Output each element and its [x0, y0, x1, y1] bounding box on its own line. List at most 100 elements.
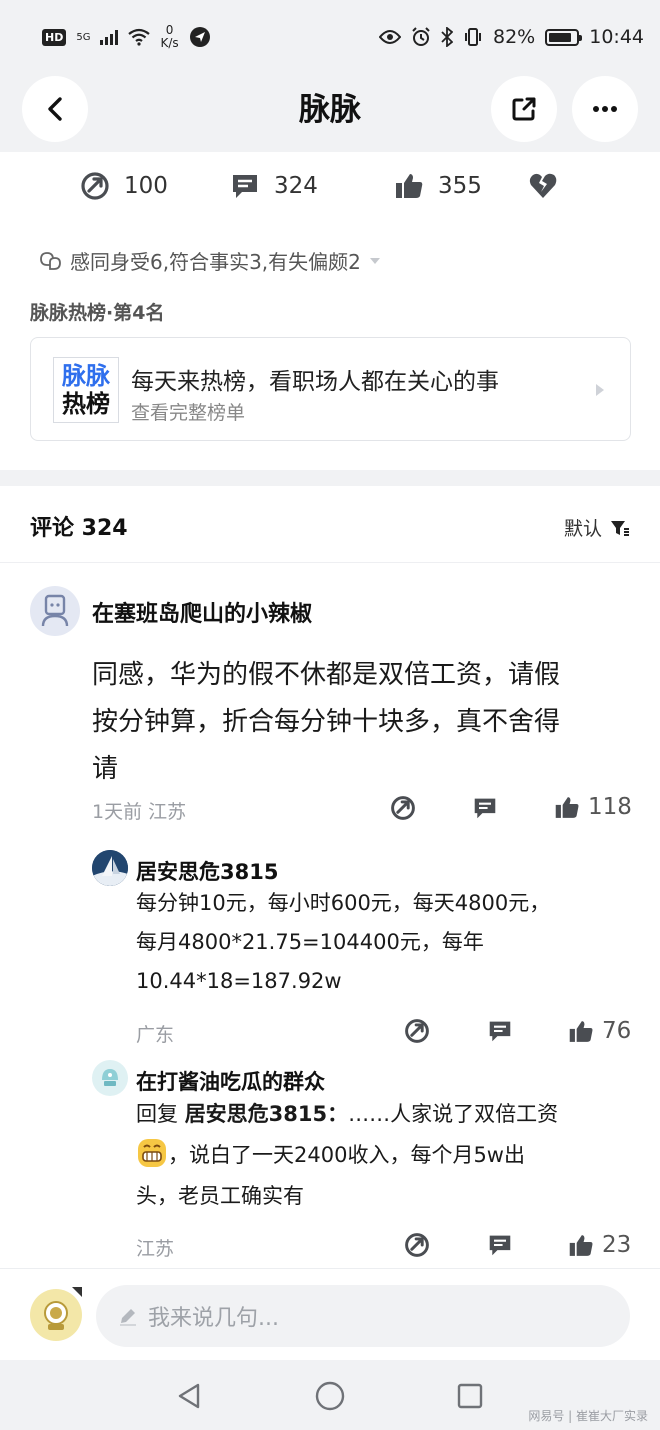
clock: 10:44: [589, 26, 644, 48]
net-speed-value: 0: [165, 23, 174, 37]
comment-stat[interactable]: 324: [230, 172, 318, 200]
hd-badge: HD: [42, 28, 67, 46]
more-button[interactable]: [572, 76, 638, 142]
avatar[interactable]: [92, 850, 128, 886]
back-triangle-icon[interactable]: [176, 1382, 202, 1410]
reply-button[interactable]: [472, 796, 498, 820]
forward-button[interactable]: [390, 795, 416, 821]
system-nav-bar: 网易号 | 崔崔大厂实录: [0, 1360, 660, 1430]
comment-icon: [489, 1235, 511, 1256]
share-stat[interactable]: 100: [80, 171, 168, 201]
reply-text: ……人家说了双倍工资: [348, 1102, 559, 1126]
share-count: 100: [124, 173, 168, 199]
comment-author[interactable]: 居安思危3815: [136, 856, 278, 886]
battery-icon: [545, 28, 583, 46]
sort-label: 默认: [563, 518, 602, 540]
default-avatar-icon: [41, 594, 69, 627]
comment-body-line: ，说白了一天2400收入，每个月5w出: [136, 1135, 558, 1176]
comment-body-line: 按分钟算，折合每分钟十块多，真不舍得: [92, 707, 561, 737]
comments-title: 评论 324: [30, 516, 128, 541]
reply-text: ，说白了一天2400收入，每个月5w出: [168, 1143, 525, 1167]
wifi-icon: [128, 28, 151, 46]
forward-icon: [405, 1019, 429, 1043]
home-circle-icon[interactable]: [315, 1381, 345, 1411]
post-stats: 100 324 355: [0, 160, 660, 212]
sort-button[interactable]: 默认: [564, 514, 630, 541]
reaction-icon: [40, 251, 61, 270]
like-button[interactable]: 76: [568, 1018, 631, 1044]
nav-bar: 脉脉: [0, 74, 660, 152]
share-button[interactable]: [491, 76, 557, 142]
like-stat[interactable]: 355: [394, 172, 482, 200]
avatar[interactable]: [30, 586, 80, 636]
chevron-right-icon: [596, 384, 604, 396]
signal-label: 5G: [76, 31, 91, 43]
corner-badge-icon: [72, 1287, 82, 1297]
like-count: 355: [438, 173, 482, 199]
bluetooth-icon: [441, 27, 453, 47]
comment-body-line: 头，老员工确实有: [136, 1184, 304, 1208]
thumbs-up-icon: [555, 796, 579, 818]
comment-input[interactable]: 我来说几句...: [96, 1285, 630, 1347]
like-count: 76: [602, 1018, 632, 1044]
comment-body-line: 每月4800*21.75=104400元，每年: [136, 930, 484, 954]
hot-rank-logo: 脉脉 热榜: [53, 357, 119, 423]
net-speed: 0 K/s: [160, 24, 178, 50]
comment-meta: 广东: [136, 1024, 175, 1046]
comment-author[interactable]: 在塞班岛爬山的小辣椒: [92, 596, 312, 628]
hot-rank-logo-line1: 脉脉: [62, 362, 110, 390]
like-button[interactable]: 118: [554, 794, 632, 820]
page-title: 脉脉: [299, 92, 361, 128]
eye-icon: [379, 30, 401, 44]
thumbs-up-icon: [569, 1020, 593, 1042]
comment-body: 同感，华为的假不休都是双倍工资，请假 按分钟算，折合每分钟十块多，真不舍得 请: [92, 652, 560, 793]
comment-icon: [233, 175, 257, 198]
astronaut-avatar-icon: [44, 1301, 68, 1330]
forward-button[interactable]: [404, 1232, 430, 1258]
comment-body-line: 10.44*18=187.92w: [136, 969, 342, 993]
dislike-stat[interactable]: [528, 172, 558, 200]
broken-heart-icon: [529, 173, 557, 198]
comment-body: 回复 居安思危3815：……人家说了双倍工资 ，说白了一天2400收入，每个月5…: [136, 1094, 558, 1217]
reaction-summary-text: 感同身受6,符合事实3,有失偏颇2: [70, 250, 361, 274]
hot-rank-title: 每天来热榜，看职场人都在关心的事: [131, 369, 499, 395]
forward-button[interactable]: [404, 1018, 430, 1044]
like-count: 23: [602, 1232, 632, 1258]
hot-rank-label: 脉脉热榜·第4名: [30, 302, 165, 324]
comment-meta: 江苏: [136, 1238, 175, 1260]
grin-emoji-icon: [138, 1139, 166, 1167]
hot-rank-logo-line2: 热榜: [62, 390, 110, 418]
landscape-avatar-icon: [92, 850, 128, 886]
reply-target[interactable]: 居安思危3815：: [185, 1102, 348, 1126]
recents-square-icon[interactable]: [456, 1382, 484, 1410]
filter-icon: [611, 520, 629, 536]
section-divider: [0, 470, 660, 486]
like-button[interactable]: 23: [568, 1232, 631, 1258]
watermark: 网易号 | 崔崔大厂实录: [528, 1409, 648, 1423]
comment-icon: [474, 798, 496, 819]
hot-rank-card[interactable]: 脉脉 热榜 每天来热榜，看职场人都在关心的事 查看完整榜单: [30, 337, 631, 441]
reaction-summary[interactable]: 感同身受6,符合事实3,有失偏颇2: [38, 246, 381, 275]
caret-down-icon: [369, 257, 380, 264]
avatar[interactable]: [92, 1060, 128, 1096]
comment-body-line: 请: [92, 754, 119, 784]
more-icon: [593, 106, 617, 112]
net-speed-unit: K/s: [160, 36, 179, 50]
signal-icon: [100, 29, 119, 45]
comment-input-placeholder: 我来说几句...: [148, 1306, 279, 1331]
forward-icon: [405, 1233, 429, 1257]
thumbs-up-icon: [396, 174, 423, 198]
header-line: [0, 562, 660, 563]
battery-percent: 82%: [493, 26, 536, 48]
comment-meta: 1天前 江苏: [92, 801, 187, 823]
reply-button[interactable]: [487, 1233, 513, 1257]
comment-count: 324: [274, 173, 318, 199]
comment-author[interactable]: 在打酱油吃瓜的群众: [136, 1066, 325, 1096]
lamp-avatar-icon: [102, 1069, 118, 1086]
comment-body: 每分钟10元，每小时600元，每天4800元， 每月4800*21.75=104…: [136, 884, 550, 1001]
thumbs-up-icon: [569, 1234, 593, 1256]
comment-icon: [489, 1021, 511, 1042]
navigation-app-icon: [189, 27, 210, 47]
alarm-icon: [412, 27, 430, 46]
reply-button[interactable]: [487, 1019, 513, 1043]
